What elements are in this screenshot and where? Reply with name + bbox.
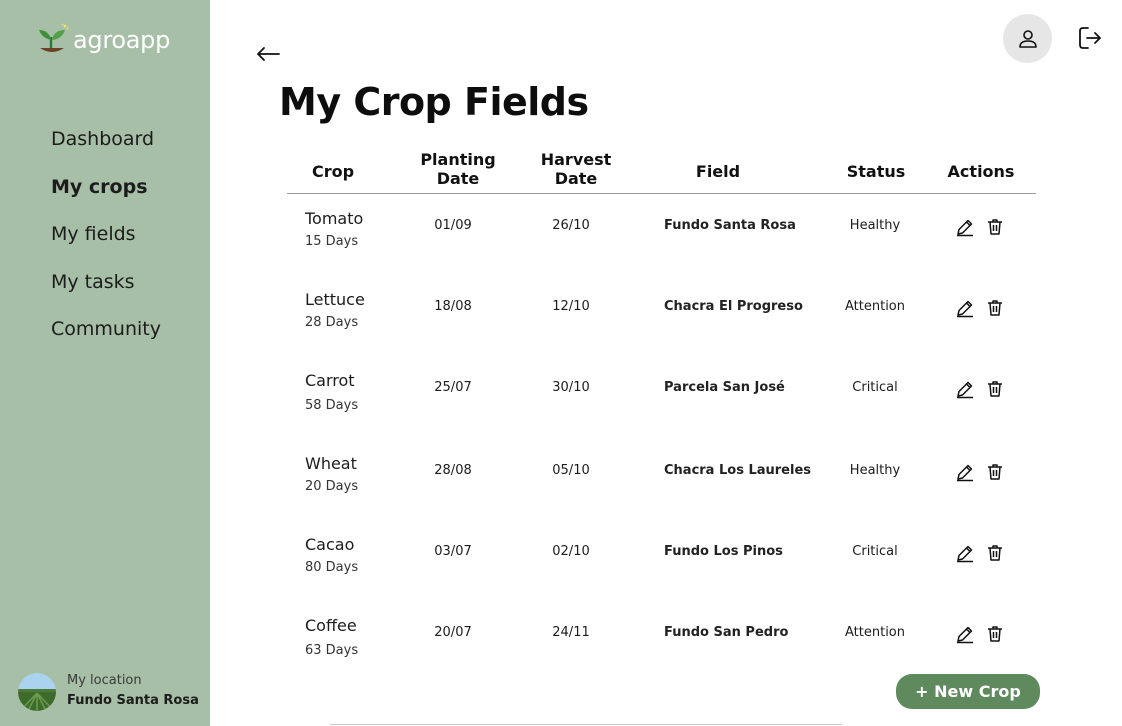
trash-icon[interactable] bbox=[985, 217, 1005, 237]
logout-icon[interactable] bbox=[1076, 24, 1104, 52]
edit-icon[interactable] bbox=[955, 462, 975, 482]
column-header-planting-line1: Planting bbox=[420, 150, 496, 169]
field-name: Fundo San Pedro bbox=[664, 625, 789, 640]
table-row[interactable]: Tomato 15 Days 01/09 26/10 Fundo Santa R… bbox=[0, 209, 1122, 269]
crop-days: 15 Days bbox=[305, 234, 359, 249]
crop-days: 58 Days bbox=[305, 398, 359, 413]
sprout-logo-icon bbox=[39, 23, 69, 52]
planting-date: 03/07 bbox=[434, 544, 472, 559]
column-header-actions: Actions bbox=[947, 162, 1015, 181]
field-name: Fundo Santa Rosa bbox=[664, 218, 796, 233]
harvest-date: 02/10 bbox=[552, 544, 590, 559]
field-name: Fundo Los Pinos bbox=[664, 544, 783, 559]
trash-icon[interactable] bbox=[985, 298, 1005, 318]
column-header-crop[interactable]: Crop bbox=[293, 162, 373, 181]
column-header-status[interactable]: Status bbox=[826, 162, 926, 181]
arrow-left-icon[interactable] bbox=[255, 44, 281, 64]
status-badge: Critical bbox=[852, 544, 898, 559]
crop-name: Tomato bbox=[305, 209, 364, 228]
status-badge: Attention bbox=[845, 299, 905, 314]
table-row[interactable]: Coffee 63 Days 20/07 24/11 Fundo San Ped… bbox=[0, 616, 1122, 676]
column-header-harvest-line1: Harvest bbox=[540, 150, 612, 169]
app-name: agroapp bbox=[73, 26, 171, 54]
trash-icon[interactable] bbox=[985, 462, 1005, 482]
harvest-date: 05/10 bbox=[552, 463, 590, 478]
table-header-divider bbox=[287, 193, 1036, 194]
field-name: Chacra El Progreso bbox=[664, 299, 803, 314]
page-title: My Crop Fields bbox=[279, 80, 589, 124]
planting-date: 18/08 bbox=[434, 299, 472, 314]
edit-icon[interactable] bbox=[955, 217, 975, 237]
edit-icon[interactable] bbox=[955, 543, 975, 563]
table-row[interactable]: Lettuce 28 Days 18/08 12/10 Chacra El Pr… bbox=[0, 290, 1122, 350]
planting-date: 25/07 bbox=[434, 380, 472, 395]
edit-icon[interactable] bbox=[955, 624, 975, 644]
status-badge: Critical bbox=[852, 380, 898, 395]
crop-days: 28 Days bbox=[305, 315, 359, 330]
location-avatar bbox=[18, 673, 56, 711]
planting-date: 20/07 bbox=[434, 625, 472, 640]
user-icon bbox=[1018, 29, 1037, 48]
trash-icon[interactable] bbox=[985, 624, 1005, 644]
status-badge: Attention bbox=[845, 625, 905, 640]
field-name: Chacra Los Laureles bbox=[664, 463, 812, 478]
harvest-date: 26/10 bbox=[552, 218, 590, 233]
trash-icon[interactable] bbox=[985, 543, 1005, 563]
new-crop-button[interactable]: + New Crop bbox=[896, 674, 1040, 709]
status-badge: Healthy bbox=[849, 463, 901, 478]
field-name: Parcela San José bbox=[664, 380, 785, 395]
field-landscape-icon bbox=[18, 673, 56, 711]
column-header-field[interactable]: Field bbox=[668, 162, 768, 181]
sidebar-item-dashboard[interactable]: Dashboard bbox=[51, 127, 161, 175]
edit-icon[interactable] bbox=[955, 379, 975, 399]
crop-name: Wheat bbox=[305, 454, 357, 473]
horizontal-scrollbar[interactable] bbox=[330, 724, 842, 725]
location-value: Fundo Santa Rosa bbox=[67, 693, 199, 708]
crop-days: 63 Days bbox=[305, 643, 359, 658]
planting-date: 28/08 bbox=[434, 463, 472, 478]
user-profile-button[interactable] bbox=[1003, 14, 1052, 63]
trash-icon[interactable] bbox=[985, 379, 1005, 399]
crop-name: Cacao bbox=[305, 535, 355, 554]
app-logo[interactable]: agroapp bbox=[34, 22, 170, 58]
column-header-planting-line2: Date bbox=[436, 169, 480, 188]
crop-name: Lettuce bbox=[305, 290, 365, 309]
harvest-date: 24/11 bbox=[552, 625, 590, 640]
harvest-date: 30/10 bbox=[552, 380, 590, 395]
column-header-planting-date[interactable]: Planting Date bbox=[408, 150, 508, 188]
crop-name: Coffee bbox=[305, 616, 357, 635]
edit-icon[interactable] bbox=[955, 298, 975, 318]
table-row[interactable]: Wheat 20 Days 28/08 05/10 Chacra Los Lau… bbox=[0, 454, 1122, 514]
crop-name: Carrot bbox=[305, 371, 355, 390]
status-badge: Healthy bbox=[849, 218, 901, 233]
column-header-harvest-line2: Date bbox=[554, 169, 598, 188]
table-row[interactable]: Carrot 58 Days 25/07 30/10 Parcela San J… bbox=[0, 371, 1122, 431]
planting-date: 01/09 bbox=[434, 218, 472, 233]
table-row[interactable]: Cacao 80 Days 03/07 02/10 Fundo Los Pino… bbox=[0, 535, 1122, 595]
harvest-date: 12/10 bbox=[552, 299, 590, 314]
crop-days: 80 Days bbox=[305, 560, 359, 575]
crop-days: 20 Days bbox=[305, 479, 359, 494]
column-header-harvest-date[interactable]: Harvest Date bbox=[526, 150, 626, 188]
location-widget[interactable]: My location Fundo Santa Rosa bbox=[18, 672, 199, 712]
